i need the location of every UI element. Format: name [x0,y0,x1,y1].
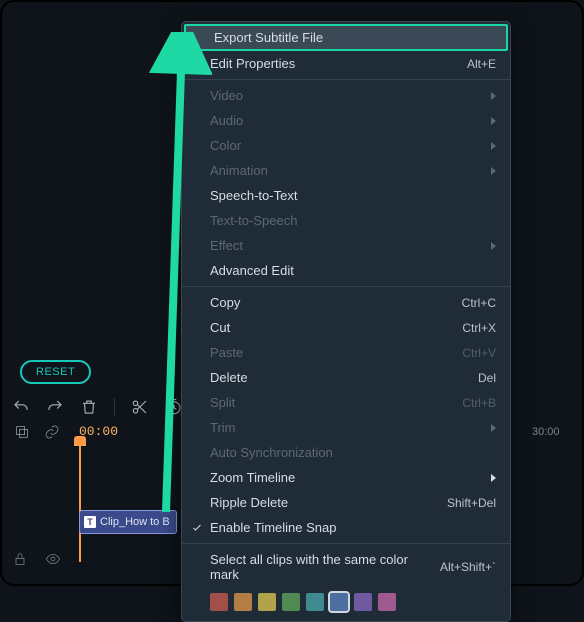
color-swatch[interactable] [210,593,228,611]
color-swatch[interactable] [354,593,372,611]
check-icon [191,522,203,534]
menu-ripple-delete[interactable]: Ripple DeleteShift+Del [182,490,510,515]
menu-animation: Animation [182,158,510,183]
menu-speech-to-text[interactable]: Speech-to-Text [182,183,510,208]
menu-zoom-timeline[interactable]: Zoom Timeline [182,465,510,490]
color-swatch[interactable] [378,593,396,611]
menu-split: SplitCtrl+B [182,390,510,415]
color-swatches [182,587,510,619]
timeline-toolbar-2 [14,424,60,443]
menu-effect: Effect [182,233,510,258]
link-icon[interactable] [44,424,60,443]
menu-select-color[interactable]: Select all clips with the same color mar… [182,547,510,587]
redo-icon[interactable] [46,398,64,416]
context-menu: Export Subtitle File Edit Properties Alt… [181,21,511,622]
copy-stack-icon[interactable] [14,424,30,443]
timeline-clip[interactable]: T Clip_How to B [79,510,177,534]
trash-icon[interactable] [80,398,98,416]
timeline-toolbar [12,398,183,416]
undo-icon[interactable] [12,398,30,416]
color-swatch[interactable] [234,593,252,611]
menu-cut[interactable]: CutCtrl+X [182,315,510,340]
playhead[interactable] [79,442,81,562]
color-swatch[interactable] [330,593,348,611]
menu-delete[interactable]: DeleteDel [182,365,510,390]
menu-auto-sync: Auto Synchronization [182,440,510,465]
menu-color: Color [182,133,510,158]
menu-paste: PasteCtrl+V [182,340,510,365]
menu-advanced-edit[interactable]: Advanced Edit [182,258,510,283]
menu-audio: Audio [182,108,510,133]
text-clip-icon: T [84,516,96,528]
clip-label: Clip_How to B [100,516,170,528]
color-swatch[interactable] [306,593,324,611]
ruler-mark: 30:00 [532,426,560,438]
menu-video: Video [182,83,510,108]
menu-copy[interactable]: CopyCtrl+C [182,290,510,315]
reset-button[interactable]: RESET [20,360,91,384]
menu-edit-properties[interactable]: Edit Properties Alt+E [182,51,510,76]
menu-export-subtitle[interactable]: Export Subtitle File [184,24,508,51]
scissors-icon[interactable] [131,398,149,416]
menu-text-to-speech: Text-to-Speech [182,208,510,233]
menu-trim: Trim [182,415,510,440]
menu-enable-snap[interactable]: Enable Timeline Snap [182,515,510,540]
color-swatch[interactable] [258,593,276,611]
color-swatch[interactable] [282,593,300,611]
